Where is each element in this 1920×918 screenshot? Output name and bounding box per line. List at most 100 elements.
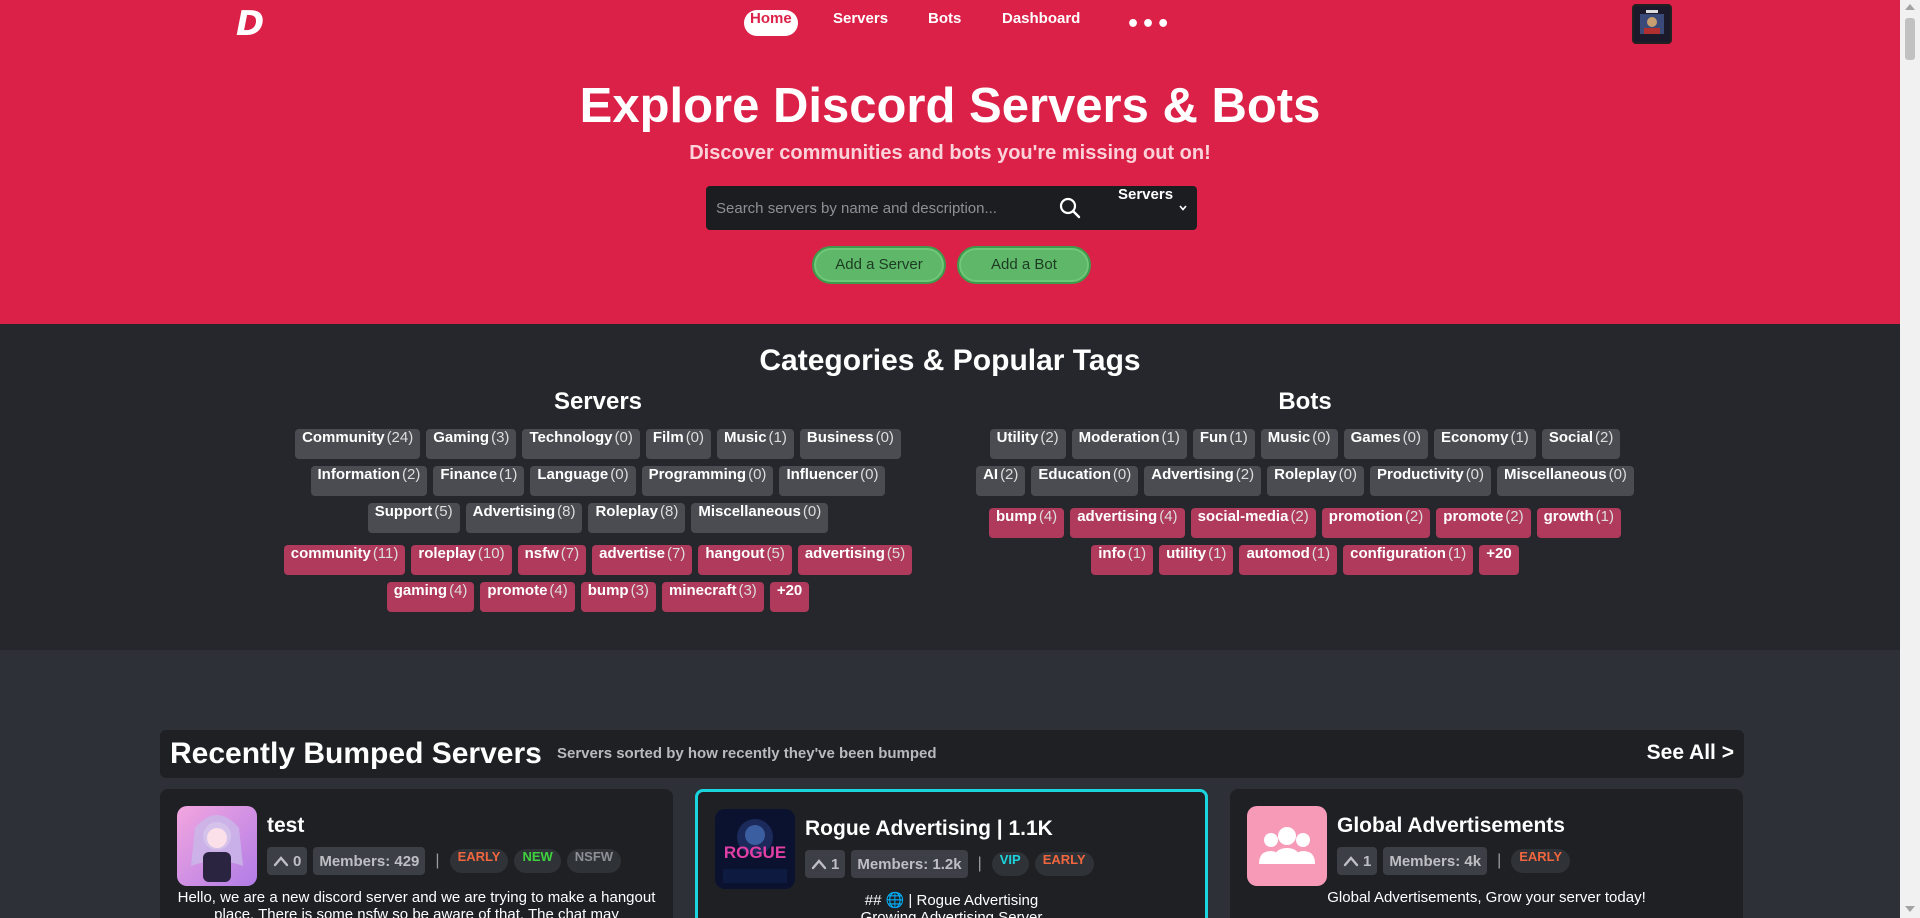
server-category-tag-count: (0) [860, 466, 879, 483]
bot-category-tag[interactable]: Productivity (0) [1370, 466, 1492, 496]
nav-dashboard[interactable]: Dashboard [1002, 10, 1080, 36]
meta-separator: | [435, 852, 440, 869]
server-popular-tag[interactable]: advertise (7) [592, 545, 693, 575]
server-name[interactable]: test [267, 814, 304, 838]
bot-category-tag[interactable]: Utility (2) [989, 429, 1066, 459]
bot-category-tag[interactable]: Fun (1) [1192, 429, 1255, 459]
bot-category-tag-count: (2) [1000, 466, 1019, 483]
upvote-button[interactable]: 1 [1337, 847, 1378, 875]
server-category-tag[interactable]: Roleplay (8) [588, 503, 686, 533]
server-popular-tag[interactable]: nsfw (7) [517, 545, 587, 575]
see-all-link[interactable]: See All > [1647, 741, 1734, 765]
nav-servers[interactable]: Servers [833, 10, 888, 36]
server-category-tag[interactable]: Music (1) [717, 429, 794, 459]
search-input[interactable] [706, 186, 1046, 230]
search-icon[interactable] [1058, 196, 1082, 220]
nav-bots[interactable]: Bots [928, 10, 961, 36]
server-popular-tag-count: (11) [372, 545, 399, 562]
bot-popular-tag[interactable]: growth (1) [1536, 508, 1621, 538]
server-popular-tag-label: minecraft [668, 582, 737, 599]
server-popular-tag[interactable]: +20 [769, 582, 810, 612]
server-category-tag[interactable]: Information (2) [310, 466, 428, 496]
server-category-tag[interactable]: Influencer (0) [779, 466, 886, 496]
server-popular-tag[interactable]: bump (3) [580, 582, 656, 612]
bot-category-tag[interactable]: Miscellaneous (0) [1497, 466, 1634, 496]
more-icon[interactable]: ••• [1126, 14, 1171, 36]
nav-home[interactable]: Home [744, 10, 798, 36]
bot-category-tag[interactable]: Economy (1) [1433, 429, 1536, 459]
server-category-tag-label: Gaming [433, 429, 490, 446]
bot-category-tag[interactable]: Advertising (2) [1144, 466, 1262, 496]
server-category-tag[interactable]: Support (5) [367, 503, 460, 533]
server-category-tag-count: (0) [685, 429, 705, 446]
server-category-tag[interactable]: Miscellaneous (0) [691, 503, 829, 533]
bot-popular-tag[interactable]: utility (1) [1159, 545, 1234, 575]
server-category-tag-count: (1) [768, 429, 787, 446]
server-category-tag[interactable]: Language (0) [530, 466, 636, 496]
recent-section-header: Recently Bumped Servers · Servers sorted… [160, 730, 1744, 778]
server-popular-tag-count: (4) [449, 582, 468, 599]
server-category-tag[interactable]: Advertising (8) [465, 503, 583, 533]
bot-category-tag[interactable]: Social (2) [1541, 429, 1621, 459]
upvote-button[interactable]: 0 [267, 847, 308, 875]
bot-category-row: Utility (2) Moderation (1) Fun (1) Music (0) Gam… [960, 429, 1650, 459]
upvote-button[interactable]: 1 [805, 850, 846, 878]
bot-popular-tag[interactable]: automod (1) [1239, 545, 1338, 575]
scrollbar-track[interactable] [1900, 0, 1920, 918]
status-badge: NEW [514, 849, 561, 873]
bot-popular-tag[interactable]: advertising (4) [1070, 508, 1185, 538]
server-popular-tag[interactable]: advertising (5) [797, 545, 913, 575]
bot-category-tag[interactable]: Education (0) [1031, 466, 1139, 496]
bot-popular-tag[interactable]: configuration (1) [1343, 545, 1474, 575]
bot-popular-tag-count: (2) [1290, 508, 1309, 525]
server-popular-tag[interactable]: hangout (5) [698, 545, 792, 575]
user-avatar[interactable] [1632, 4, 1672, 44]
server-category-tag[interactable]: Gaming (3) [426, 429, 517, 459]
server-popular-tag[interactable]: roleplay (10) [411, 545, 512, 575]
server-description: Hello, we are a new discord server and w… [177, 889, 656, 918]
server-card[interactable]: Global Advertisements 1 Members: 4k | EARLY G… [1230, 789, 1743, 918]
server-category-tag[interactable]: Film (0) [645, 429, 712, 459]
bot-popular-tag-label: bump [996, 508, 1037, 525]
bot-category-tag[interactable]: Roleplay (0) [1267, 466, 1364, 496]
server-category-tag[interactable]: Technology (0) [522, 429, 640, 459]
server-popular-tag-label: community [290, 545, 371, 562]
bot-category-tag[interactable]: AI (2) [976, 466, 1026, 496]
server-category-tag[interactable]: Programming (0) [641, 466, 774, 496]
search-type-select[interactable]: Servers [1102, 186, 1197, 230]
bot-popular-tag-count: (1) [1595, 508, 1614, 525]
hero-subtitle: Discover communities and bots you're mis… [689, 142, 1211, 164]
bot-popular-tag[interactable]: info (1) [1091, 545, 1154, 575]
bot-category-tag[interactable]: Moderation (1) [1071, 429, 1187, 459]
server-name[interactable]: Global Advertisements [1337, 814, 1565, 838]
server-category-tag[interactable]: Community (24) [295, 429, 421, 459]
add-bot-button[interactable]: Add a Bot [957, 246, 1091, 284]
bot-popular-tag[interactable]: social-media (2) [1190, 508, 1316, 538]
server-name[interactable]: Rogue Advertising | 1.1K [805, 817, 1053, 841]
bot-category-tag[interactable]: Games (0) [1343, 429, 1428, 459]
server-popular-tag[interactable]: minecraft (3) [661, 582, 764, 612]
server-category-tag[interactable]: Business (0) [799, 429, 901, 459]
server-icon [177, 806, 257, 886]
bot-popular-tag[interactable]: promotion (2) [1321, 508, 1431, 538]
server-card[interactable]: test 0 Members: 429 | EARLY NEW NSFW Hello, we … [160, 789, 673, 918]
server-popular-tag[interactable]: gaming (4) [386, 582, 475, 612]
server-popular-tag-count: (7) [666, 545, 686, 562]
server-category-tag-label: Influencer [786, 466, 859, 483]
server-popular-tag[interactable]: promote (4) [480, 582, 575, 612]
scroll-up-arrow[interactable] [1905, 4, 1915, 10]
bot-category-tag-label: Music [1267, 429, 1311, 446]
server-card[interactable]: ROGUE Rogue Advertising | 1.1K 1 Members: 1… [695, 789, 1208, 918]
bot-popular-tag[interactable]: +20 [1479, 545, 1519, 575]
bot-popular-tag[interactable]: promote (2) [1436, 508, 1531, 538]
server-category-tag-label: Information [317, 466, 401, 483]
add-server-button[interactable]: Add a Server [812, 246, 946, 284]
server-popular-tag[interactable]: community (11) [283, 545, 406, 575]
bot-popular-tag[interactable]: bump (4) [989, 508, 1065, 538]
scroll-down-arrow[interactable] [1905, 906, 1915, 912]
bot-category-tag[interactable]: Music (0) [1260, 429, 1338, 459]
scrollbar-thumb[interactable] [1905, 18, 1915, 60]
vote-count: 1 [831, 855, 840, 873]
bot-popular-tag-count: (1) [1127, 545, 1147, 562]
server-category-tag[interactable]: Finance (1) [433, 466, 525, 496]
